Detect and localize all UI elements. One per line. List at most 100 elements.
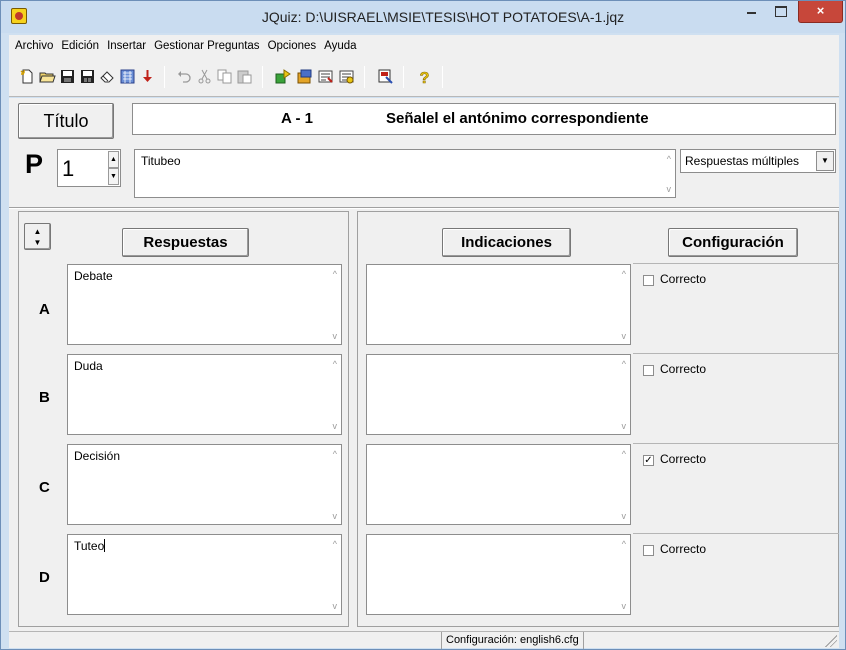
- scroll-up-icon[interactable]: ^: [333, 269, 337, 279]
- answer-settings-cell: ✓ Correcto: [633, 443, 839, 533]
- correct-checkbox-checked[interactable]: ✓: [643, 455, 654, 466]
- answer-settings-cell: Correcto: [633, 533, 839, 623]
- paint-icon[interactable]: [377, 68, 394, 85]
- menu-bar: Archivo Edición Insertar Gestionar Pregu…: [9, 35, 839, 57]
- status-bar: Configuración: english6.cfg: [9, 631, 839, 649]
- toolbar-separator: [164, 66, 165, 88]
- scroll-up-icon[interactable]: ^: [622, 449, 626, 459]
- answer-text: Debate: [74, 269, 113, 283]
- scroll-down-icon[interactable]: v: [622, 331, 627, 341]
- export-icon[interactable]: [317, 68, 334, 85]
- answer-text: Decisión: [74, 449, 121, 463]
- scroll-up-icon[interactable]: ^: [622, 359, 626, 369]
- feedback-header-button[interactable]: Indicaciones: [442, 228, 571, 257]
- menu-archivo[interactable]: Archivo: [11, 40, 57, 52]
- feedback-field[interactable]: ^ v: [366, 354, 631, 435]
- scroll-down-icon[interactable]: v: [333, 421, 338, 431]
- question-type-select[interactable]: Respuestas múltiples ▼: [680, 149, 836, 173]
- scroll-up-icon[interactable]: ^: [333, 449, 337, 459]
- correct-label: Correcto: [660, 362, 707, 376]
- scroll-up-icon[interactable]: ^: [622, 269, 626, 279]
- scroll-up-icon[interactable]: ^: [333, 539, 337, 549]
- minimize-button[interactable]: [738, 1, 765, 23]
- menu-ayuda[interactable]: Ayuda: [320, 40, 360, 52]
- answer-field[interactable]: Duda ^ v: [67, 354, 342, 435]
- title-bar[interactable]: JQuiz: D:\UISRAEL\MSIE\TESIS\HOT POTATOE…: [1, 1, 845, 33]
- answer-letter: A: [39, 301, 50, 318]
- question-label: P: [25, 149, 44, 179]
- toolbar-separator: [403, 66, 404, 88]
- spin-up-icon[interactable]: ▲: [108, 151, 119, 168]
- scroll-down-icon[interactable]: v: [333, 511, 338, 521]
- menu-insertar[interactable]: Insertar: [103, 40, 150, 52]
- correct-checkbox[interactable]: [643, 365, 654, 376]
- scroll-up-icon[interactable]: ^: [622, 539, 626, 549]
- feedback-field[interactable]: ^ v: [366, 264, 631, 345]
- help-icon[interactable]: ?: [416, 68, 433, 85]
- text-cursor: [104, 539, 106, 552]
- correct-label: Correcto: [660, 542, 707, 556]
- scroll-down-icon[interactable]: v: [622, 601, 627, 611]
- import-icon[interactable]: [296, 68, 313, 85]
- answer-letter: B: [39, 389, 50, 406]
- question-text-field[interactable]: Titubeo ^ v: [134, 149, 676, 198]
- paste-icon[interactable]: [236, 68, 253, 85]
- menu-opciones[interactable]: Opciones: [264, 40, 321, 52]
- scroll-down-icon[interactable]: v: [622, 511, 627, 521]
- answer-text: Duda: [74, 359, 103, 373]
- scroll-down-icon[interactable]: v: [667, 184, 672, 194]
- correct-checkbox[interactable]: [643, 275, 654, 286]
- answer-field[interactable]: Tuteo ^ v: [67, 534, 342, 615]
- scroll-up-icon[interactable]: ^: [333, 359, 337, 369]
- question-type-value: Respuestas múltiples: [685, 154, 800, 168]
- feedback-field[interactable]: ^ v: [366, 444, 631, 525]
- answer-text: Tuteo: [74, 539, 105, 553]
- undo-icon[interactable]: [176, 68, 193, 85]
- add-icon[interactable]: [275, 68, 292, 85]
- settings-header-button[interactable]: Configuración: [668, 228, 798, 257]
- title-button[interactable]: Título: [18, 103, 114, 139]
- correct-label: Correcto: [660, 272, 707, 286]
- title-code: A - 1: [281, 110, 313, 127]
- spin-down-icon[interactable]: ▼: [108, 168, 119, 185]
- cut-icon[interactable]: [196, 68, 213, 85]
- correct-checkbox[interactable]: [643, 545, 654, 556]
- save-as-icon[interactable]: [79, 68, 96, 85]
- copy-icon[interactable]: [216, 68, 233, 85]
- close-button[interactable]: ×: [798, 1, 843, 23]
- web-page-icon[interactable]: [119, 68, 136, 85]
- scroll-down-icon[interactable]: v: [333, 601, 338, 611]
- save-icon[interactable]: [59, 68, 76, 85]
- question-number-spinner[interactable]: ▲ ▼: [108, 151, 119, 185]
- correct-label: Correcto: [660, 452, 707, 466]
- erase-icon[interactable]: [99, 68, 116, 85]
- svg-text:?: ?: [420, 70, 430, 85]
- menu-gestionar-preguntas[interactable]: Gestionar Preguntas: [150, 40, 263, 52]
- toolbar-separator: [442, 66, 443, 88]
- scroll-up-icon[interactable]: ^: [667, 154, 671, 164]
- download-icon[interactable]: [139, 68, 156, 85]
- dropdown-arrow-icon[interactable]: ▼: [816, 151, 834, 171]
- feedback-field[interactable]: ^ v: [366, 534, 631, 615]
- resize-grip-icon[interactable]: [825, 635, 837, 647]
- toolbar: ?: [9, 57, 839, 97]
- toolbar-separator: [364, 66, 365, 88]
- scroll-down-icon[interactable]: v: [333, 331, 338, 341]
- answer-settings-cell: Correcto: [633, 263, 839, 353]
- scroll-down-icon[interactable]: v: [622, 421, 627, 431]
- maximize-button[interactable]: [767, 1, 794, 23]
- config-icon[interactable]: [338, 68, 355, 85]
- window-title: JQuiz: D:\UISRAEL\MSIE\TESIS\HOT POTATOE…: [261, 9, 625, 25]
- new-icon[interactable]: [19, 68, 36, 85]
- answer-settings-cell: Correcto: [633, 353, 839, 443]
- menu-edicion[interactable]: Edición: [57, 40, 103, 52]
- open-icon[interactable]: [39, 68, 56, 85]
- answer-field[interactable]: Debate ^ v: [67, 264, 342, 345]
- reorder-answers-button[interactable]: ▲ ▼: [24, 223, 51, 250]
- title-input[interactable]: A - 1 Señalel el antónimo correspondient…: [132, 103, 836, 135]
- status-config-file: Configuración: english6.cfg: [441, 632, 584, 649]
- answer-field[interactable]: Decisión ^ v: [67, 444, 342, 525]
- answers-header-button[interactable]: Respuestas: [122, 228, 249, 257]
- section-divider: [9, 207, 839, 209]
- answer-letter: D: [39, 569, 50, 586]
